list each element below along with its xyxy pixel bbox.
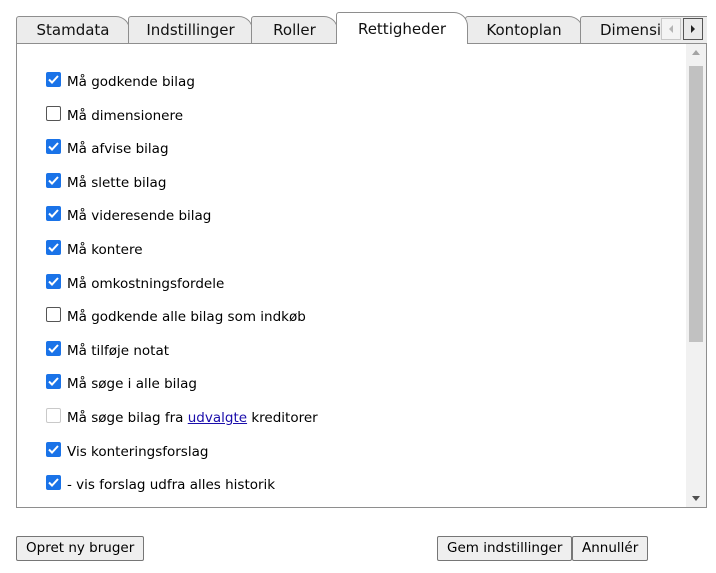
permission-label: Vis konteringsforslag	[67, 443, 209, 460]
permission-row: Må godkende alle bilag som indkøb	[46, 303, 682, 337]
checkmark-icon	[48, 344, 59, 353]
permission-row: Må søge bilag fra udvalgte kreditorer	[46, 404, 682, 438]
permission-label: Må godkende bilag	[67, 74, 195, 90]
permission-checkbox-disabled	[46, 407, 61, 423]
permission-row: Må godkende bilag	[46, 68, 682, 102]
create-new-user-button[interactable]: Opret ny bruger	[16, 536, 145, 561]
save-settings-button[interactable]: Gem indstillinger	[437, 536, 573, 561]
scroll-up-arrow-icon	[692, 50, 700, 55]
permission-checkbox[interactable]	[46, 374, 61, 390]
permission-label: Må omkostningsfordele	[67, 275, 225, 292]
permission-label: Må videresende bilag	[67, 208, 212, 225]
permission-checkbox[interactable]	[46, 441, 61, 457]
permission-row: Må afvise bilag	[46, 135, 682, 169]
permission-row: Må dimensionere	[46, 102, 682, 136]
permission-row: Må kontere	[46, 236, 682, 270]
tab-scroll-left-button[interactable]	[661, 18, 681, 40]
selected-creditors-link[interactable]: udvalgte	[188, 410, 247, 426]
tab-indstillinger[interactable]: Indstillinger	[128, 16, 253, 44]
permission-row: - vis forslag udfra alles historik	[46, 471, 682, 505]
checkmark-icon	[48, 377, 59, 387]
chevron-left-icon	[667, 24, 675, 34]
permission-row: Vis konteringsforslag	[46, 438, 682, 472]
tab-scroll-right-button[interactable]	[683, 18, 703, 40]
permissions-list: Må godkende bilag Må dimensionere Må afv…	[46, 68, 682, 505]
scroll-down-button[interactable]	[686, 490, 706, 507]
permissions-panel: Må godkende bilag Må dimensionere Må afv…	[16, 43, 707, 508]
permission-label: Må slette bilag	[67, 174, 167, 191]
permission-label-text: Må søge bilag fra	[67, 409, 184, 426]
permission-checkbox[interactable]	[46, 206, 61, 222]
permission-checkbox[interactable]	[46, 273, 61, 289]
vertical-scrollbar[interactable]	[686, 44, 706, 507]
tab-rettigheder[interactable]: Rettigheder	[336, 12, 468, 44]
permission-checkbox[interactable]	[46, 105, 61, 121]
permission-row: Må slette bilag	[46, 169, 682, 203]
permission-label: Må søge bilag fra udvalgte kreditorer	[67, 410, 318, 426]
checkmark-icon	[48, 209, 59, 219]
checkmark-icon	[48, 243, 59, 252]
checkmark-icon	[48, 276, 59, 286]
permission-label: - vis forslag udfra alles historik	[67, 477, 276, 494]
permission-label: Må godkende alle bilag som indkøb	[67, 309, 306, 326]
permission-row: Må tilføje notat	[46, 337, 682, 371]
permission-checkbox[interactable]	[46, 72, 61, 87]
permission-checkbox[interactable]	[46, 475, 61, 491]
permission-label: Må afvise bilag	[67, 141, 169, 158]
permission-checkbox[interactable]	[46, 340, 61, 356]
permission-label: Må dimensionere	[67, 107, 184, 124]
permission-checkbox[interactable]	[46, 139, 61, 155]
permission-checkbox[interactable]	[46, 239, 61, 255]
checkmark-icon	[48, 444, 59, 454]
chevron-right-icon	[689, 24, 697, 34]
scroll-up-button[interactable]	[686, 44, 706, 61]
permission-row: Må videresende bilag	[46, 202, 682, 236]
permission-row: Må søge i alle bilag	[46, 370, 682, 404]
cancel-button[interactable]: Annullér	[572, 536, 649, 561]
checkmark-icon	[48, 142, 59, 152]
tab-stamdata[interactable]: Stamdata	[16, 16, 130, 44]
permission-label: Må tilføje notat	[67, 342, 170, 359]
user-settings-dialog: Stamdata Indstillinger Roller Kontoplan …	[0, 0, 716, 573]
permission-label: Må kontere	[67, 241, 143, 258]
permission-label-suffix: kreditorer	[251, 409, 318, 426]
checkmark-icon	[48, 75, 59, 84]
checkmark-icon	[48, 176, 59, 185]
checkmark-icon	[48, 478, 59, 488]
permission-label: Må søge i alle bilag	[67, 376, 197, 393]
scroll-down-arrow-icon	[692, 496, 700, 501]
scrollbar-thumb[interactable]	[689, 66, 703, 342]
permission-checkbox[interactable]	[46, 172, 61, 188]
permission-row: Må omkostningsfordele	[46, 270, 682, 304]
permission-checkbox[interactable]	[46, 307, 61, 323]
tab-kontoplan[interactable]: Kontoplan	[465, 16, 583, 44]
tab-roller[interactable]: Roller	[251, 16, 338, 44]
tab-strip: Stamdata Indstillinger Roller Kontoplan …	[16, 12, 707, 44]
